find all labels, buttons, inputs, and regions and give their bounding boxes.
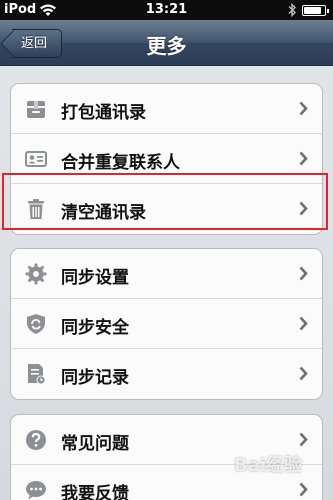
row-clear-contacts[interactable]: 清空通讯录 bbox=[11, 184, 322, 234]
trash-icon bbox=[28, 199, 44, 219]
row-label: 打包通讯录 bbox=[61, 103, 146, 123]
screen: iPod 13:21 返回 更多 打包通讯录 合并重复联系人 清空通讯录 同步设… bbox=[0, 0, 333, 500]
bluetooth-icon bbox=[288, 3, 296, 17]
archive-box-icon bbox=[27, 101, 45, 118]
clock-time: 13:21 bbox=[145, 2, 188, 17]
row-sync-security[interactable]: 同步安全 bbox=[11, 299, 322, 349]
row-sync-log[interactable]: 同步记录 bbox=[11, 349, 322, 399]
row-merge-duplicates[interactable]: 合并重复联系人 bbox=[11, 134, 322, 184]
settings-group-contacts: 打包通讯录 合并重复联系人 清空通讯录 bbox=[10, 83, 323, 235]
row-label: 清空通讯录 bbox=[61, 203, 146, 223]
status-bar: iPod 13:21 bbox=[0, 0, 333, 20]
chevron-right-icon bbox=[299, 201, 308, 216]
chevron-right-icon bbox=[299, 151, 308, 166]
navigation-bar: 返回 更多 bbox=[0, 20, 333, 66]
row-label: 同步记录 bbox=[61, 368, 129, 388]
chevron-right-icon bbox=[299, 366, 308, 381]
row-label: 我要反馈 bbox=[61, 484, 129, 500]
page-title: 更多 bbox=[146, 34, 187, 58]
shield-sync-icon bbox=[27, 314, 45, 334]
battery-icon bbox=[302, 5, 329, 16]
chevron-right-icon bbox=[299, 101, 308, 116]
row-pack-contacts[interactable]: 打包通讯录 bbox=[11, 84, 322, 134]
chevron-right-icon bbox=[299, 432, 308, 447]
row-label: 合并重复联系人 bbox=[61, 153, 180, 173]
chevron-right-icon bbox=[299, 266, 308, 281]
chevron-right-icon bbox=[299, 316, 308, 331]
back-button-label: 返回 bbox=[21, 36, 48, 51]
row-label: 常见问题 bbox=[61, 434, 129, 454]
log-document-icon bbox=[28, 364, 46, 385]
row-label: 同步安全 bbox=[61, 318, 129, 338]
question-icon bbox=[26, 430, 46, 450]
gear-icon bbox=[25, 263, 47, 285]
contact-card-icon bbox=[25, 151, 47, 167]
settings-group-sync: 同步设置 同步安全 同步记录 bbox=[10, 248, 323, 400]
battery-fill bbox=[304, 7, 321, 14]
row-sync-settings[interactable]: 同步设置 bbox=[11, 249, 322, 299]
chat-bubble-icon bbox=[26, 481, 46, 500]
row-label: 同步设置 bbox=[61, 268, 129, 288]
watermark-logo: Bai经验 bbox=[234, 455, 303, 476]
